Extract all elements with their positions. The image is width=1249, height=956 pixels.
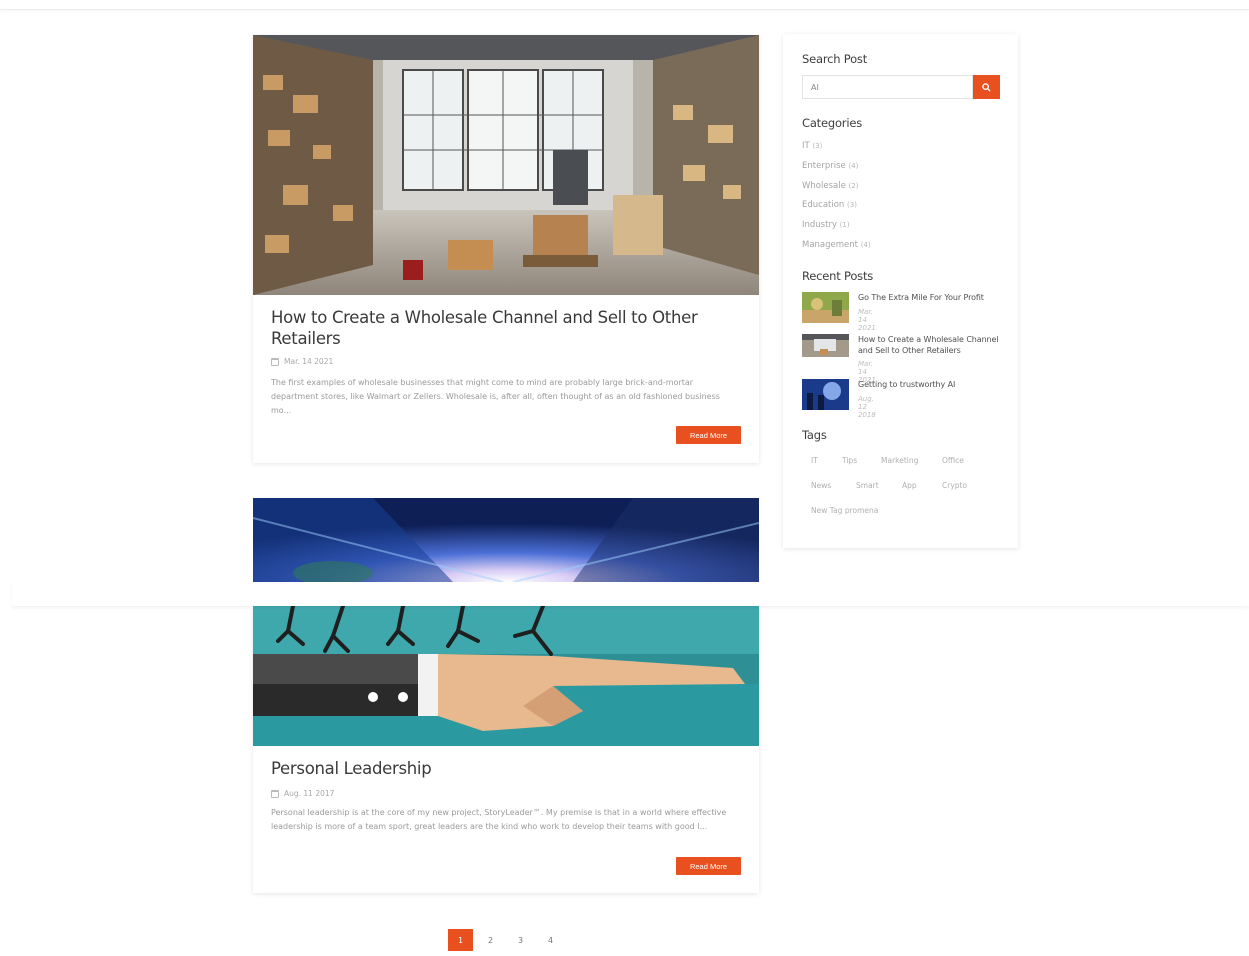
tag-tips[interactable]: Tips bbox=[842, 456, 857, 465]
category-item-wholesale[interactable]: Wholesale (2) bbox=[802, 180, 871, 200]
recent-post-title[interactable]: Go The Extra Mile For Your Profit bbox=[858, 292, 1008, 303]
search-button[interactable] bbox=[973, 75, 1000, 99]
category-item-education[interactable]: Education (3) bbox=[802, 199, 871, 219]
tag-news[interactable]: News bbox=[811, 481, 831, 490]
category-list: IT (3) Enterprise (4) Wholesale (2) Educ… bbox=[802, 140, 871, 259]
post-title[interactable]: Personal Leadership bbox=[271, 758, 711, 779]
tags-heading: Tags bbox=[802, 428, 827, 442]
category-item-industry[interactable]: Industry (1) bbox=[802, 219, 871, 239]
header-bottom-edge bbox=[0, 0, 1249, 10]
pagination: 1 2 3 4 bbox=[448, 929, 568, 951]
tag-it[interactable]: IT bbox=[811, 456, 818, 465]
search-icon bbox=[982, 82, 991, 92]
post-image-leadership[interactable] bbox=[253, 606, 759, 746]
page-1-button[interactable]: 1 bbox=[448, 929, 473, 951]
recent-posts-heading: Recent Posts bbox=[802, 269, 874, 283]
recent-post-title[interactable]: Getting to trustworthy AI bbox=[858, 379, 1008, 390]
post-card-partial bbox=[253, 498, 759, 582]
page-3-button[interactable]: 3 bbox=[508, 929, 533, 951]
post-date: Mar. 14 2021 bbox=[271, 357, 333, 366]
read-more-button[interactable]: Read More bbox=[676, 426, 741, 444]
tag-app[interactable]: App bbox=[902, 481, 917, 490]
recent-post-date: Mar. 14 2021 bbox=[858, 308, 876, 332]
recent-post-thumbnail[interactable] bbox=[802, 292, 849, 323]
recent-post-thumbnail[interactable] bbox=[802, 334, 849, 357]
category-item-enterprise[interactable]: Enterprise (4) bbox=[802, 160, 871, 180]
post-image-tech[interactable] bbox=[253, 498, 759, 582]
post-title[interactable]: How to Create a Wholesale Channel and Se… bbox=[271, 307, 711, 349]
search-heading: Search Post bbox=[802, 52, 868, 66]
read-more-button[interactable]: Read More bbox=[676, 857, 741, 875]
post-card: Personal Leadership Aug. 11 2017 Persona… bbox=[253, 606, 759, 893]
post-date-text: Aug. 11 2017 bbox=[284, 789, 335, 798]
recent-post-title[interactable]: How to Create a Wholesale Channel and Se… bbox=[858, 334, 1008, 356]
calendar-icon bbox=[271, 789, 279, 798]
post-image-warehouse[interactable] bbox=[253, 35, 759, 295]
post-excerpt: Personal leadership is at the core of my… bbox=[271, 808, 727, 831]
tag-crypto[interactable]: Crypto bbox=[942, 481, 967, 490]
tag-new-tag-promena[interactable]: New Tag promena bbox=[811, 506, 878, 515]
recent-post-thumbnail[interactable] bbox=[802, 379, 849, 410]
post-excerpt: The first examples of wholesale business… bbox=[271, 378, 720, 415]
post-card: How to Create a Wholesale Channel and Se… bbox=[253, 35, 759, 463]
page-2-button[interactable]: 2 bbox=[478, 929, 503, 951]
category-item-it[interactable]: IT (3) bbox=[802, 140, 871, 160]
tag-smart[interactable]: Smart bbox=[856, 481, 879, 490]
viewport-fold bbox=[12, 582, 1249, 606]
tag-marketing[interactable]: Marketing bbox=[881, 456, 918, 465]
sidebar: Search Post AI Categories IT (3) Enterpr… bbox=[783, 34, 1018, 548]
post-date-text: Mar. 14 2021 bbox=[284, 357, 334, 366]
post-date: Aug. 11 2017 bbox=[271, 789, 334, 798]
search-input[interactable]: AI bbox=[802, 75, 973, 99]
calendar-icon bbox=[271, 357, 279, 366]
categories-heading: Categories bbox=[802, 116, 862, 130]
page-4-button[interactable]: 4 bbox=[538, 929, 563, 951]
tag-office[interactable]: Office bbox=[942, 456, 964, 465]
category-item-management[interactable]: Management (4) bbox=[802, 239, 871, 259]
recent-post-date: Aug. 12 2018 bbox=[858, 395, 876, 419]
